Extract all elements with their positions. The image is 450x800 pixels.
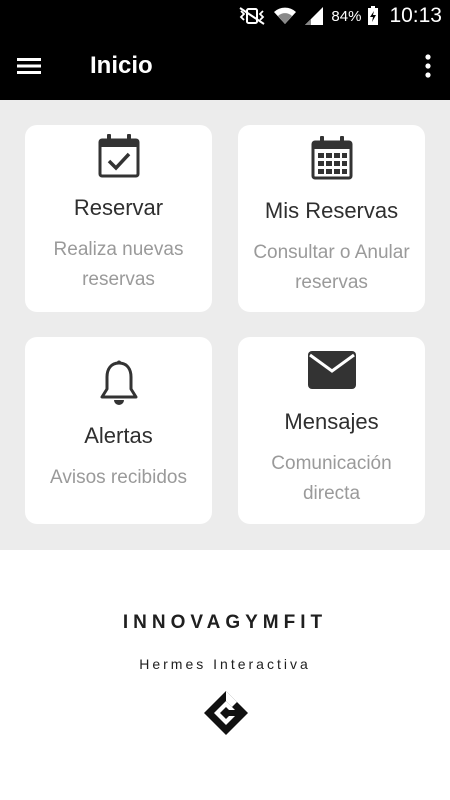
battery-percent: 84% [331, 7, 362, 25]
vibrate-muted-icon [237, 6, 267, 26]
reservar-card[interactable]: Reservar Realiza nuevas reservas [25, 125, 212, 312]
more-vertical-icon[interactable] [420, 52, 436, 80]
card-title: Mis Reservas [264, 198, 399, 223]
hermes-g-logo-icon [203, 690, 249, 736]
card-description: Comunicación directa [271, 453, 392, 504]
dashboard-grid: Reservar Realiza nuevas reservas Mis Res… [0, 100, 450, 550]
card-title: Alertas [84, 423, 153, 448]
card-description: Avisos recibidos [50, 467, 187, 488]
battery-charging-icon [367, 6, 379, 26]
card-description: Realiza nuevas reservas [53, 239, 184, 290]
app-bar: Inicio [0, 32, 450, 100]
status-bar: 84% 10:13 [0, 0, 450, 32]
mensajes-card[interactable]: Mensajes Comunicación directa [238, 337, 425, 524]
card-title: Mensajes [284, 409, 379, 434]
calendar-grid-icon [238, 135, 425, 181]
calendar-check-icon [25, 133, 212, 179]
card-description: Consultar o Anular reservas [253, 242, 410, 293]
card-title: Reservar [73, 195, 164, 220]
clock: 10:13 [389, 4, 442, 27]
mis-reservas-card[interactable]: Mis Reservas Consultar o Anular reservas [238, 125, 425, 312]
signal-icon [303, 6, 325, 26]
alertas-card[interactable]: Alertas Avisos recibidos [25, 337, 212, 524]
brand-name: INNOVAGYMFIT [122, 612, 328, 633]
hamburger-menu-icon[interactable] [14, 52, 44, 80]
page-title: Inicio [90, 52, 153, 79]
brand-subtitle: Hermes Interactiva [139, 656, 311, 672]
envelope-icon [238, 351, 425, 389]
wifi-icon [273, 6, 297, 26]
status-icons: 84% 10:13 [237, 0, 442, 32]
bell-icon [25, 359, 212, 407]
